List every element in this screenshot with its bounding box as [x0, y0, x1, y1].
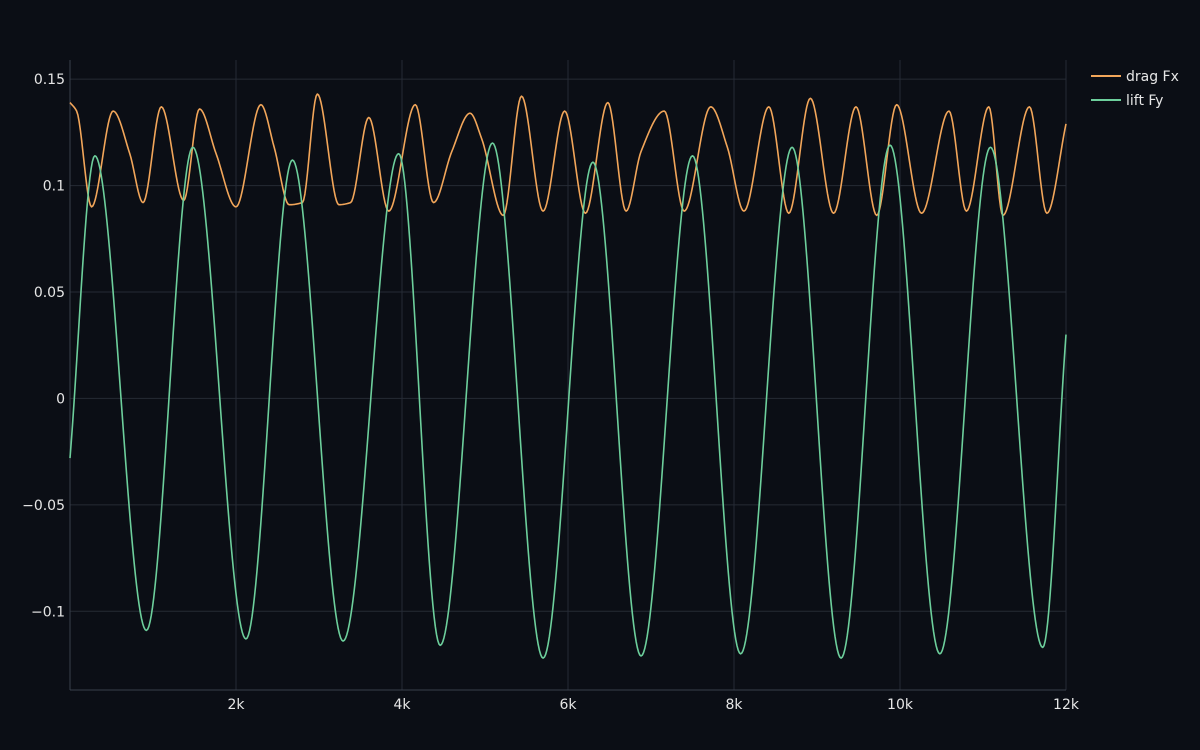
legend-item-lift-fy[interactable]: lift Fy [1091, 93, 1163, 109]
y-tick-label: −0.1 [31, 604, 65, 620]
tick-labels: 0.15 0.1 0.05 0 −0.05 −0.1 2k 4k 6k 8k 10k 12k [22, 72, 1080, 713]
legend[interactable]: drag Fx lift Fy [1091, 69, 1179, 109]
y-tick-label: 0.05 [34, 285, 65, 301]
y-tick-label: 0.1 [43, 179, 65, 195]
x-tick-label: 8k [725, 697, 743, 713]
grid [70, 60, 1067, 690]
x-tick-label: 6k [559, 697, 577, 713]
x-tick-label: 10k [887, 697, 914, 713]
x-tick-label: 2k [227, 697, 245, 713]
x-tick-label: 12k [1053, 697, 1080, 713]
y-tick-label: 0.15 [34, 72, 65, 88]
legend-label: drag Fx [1126, 69, 1179, 85]
chart: 0.15 0.1 0.05 0 −0.05 −0.1 2k 4k 6k 8k 10k 12k drag… [22, 60, 1179, 713]
x-tick-label: 4k [393, 697, 411, 713]
y-tick-label: −0.05 [22, 498, 65, 514]
legend-item-drag-fx[interactable]: drag Fx [1091, 69, 1179, 85]
legend-label: lift Fy [1126, 93, 1163, 109]
y-tick-label: 0 [56, 391, 65, 407]
